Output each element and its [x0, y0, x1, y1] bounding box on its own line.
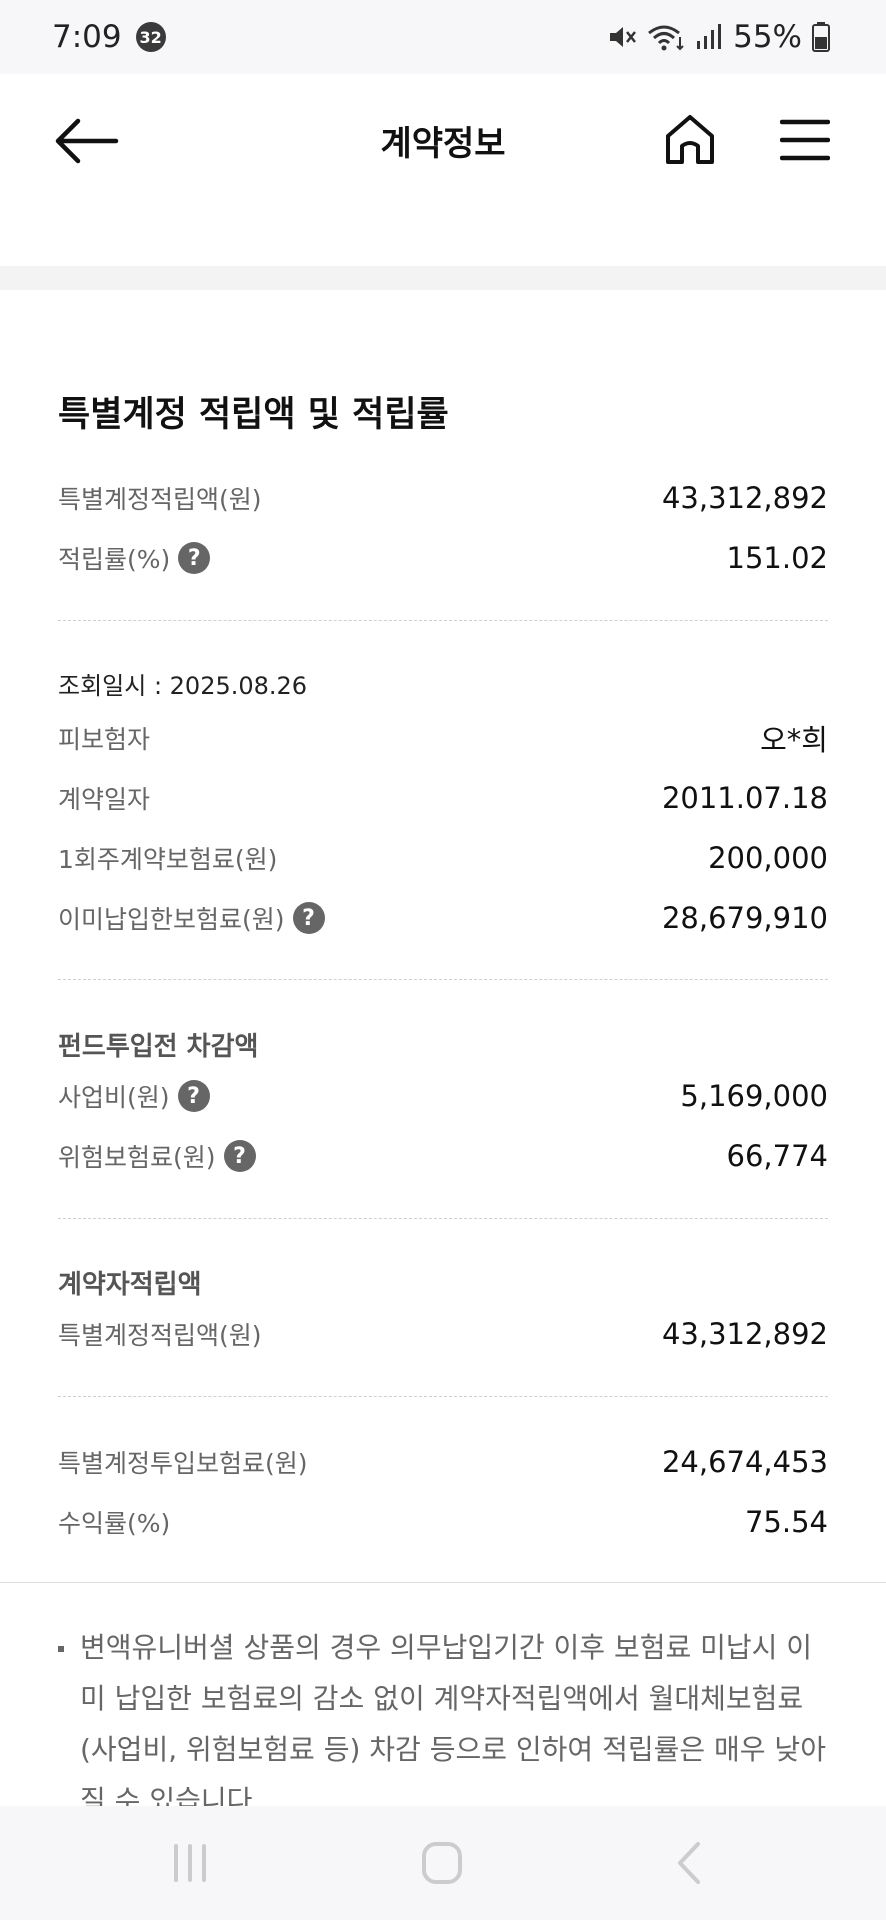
info-row: 적립률(%) ? 151.02: [58, 538, 828, 578]
row-label: 특별계정적립액(원): [58, 485, 262, 514]
dashed-divider: [58, 979, 828, 980]
home-icon: [666, 115, 714, 164]
row-value: 5,169,000: [680, 1079, 828, 1113]
home-button[interactable]: [662, 112, 718, 168]
back-nav-button[interactable]: [660, 1838, 720, 1888]
row-value: 200,000: [708, 841, 828, 875]
help-button[interactable]: ?: [178, 542, 211, 574]
status-bar: 7:09 32 55%: [0, 0, 886, 74]
wifi-icon: [648, 25, 684, 51]
row-label-text: 이미납입한보험료(원): [58, 905, 285, 934]
battery-percent: 55%: [733, 19, 802, 55]
row-label: 피보험자: [58, 725, 151, 754]
row-value: 43,312,892: [661, 1317, 828, 1351]
info-row: 특별계정적립액(원) 43,312,892: [58, 478, 828, 518]
row-value: 2011.07.18: [661, 781, 828, 815]
row-label-text: 위험보험료(원): [58, 1143, 216, 1172]
notice-divider: [0, 1582, 886, 1583]
mute-icon: [610, 27, 637, 47]
help-button[interactable]: ?: [177, 1080, 210, 1112]
back-arrow-icon: [55, 118, 119, 164]
row-value: 66,774: [726, 1139, 828, 1173]
row-label: 특별계정적립액(원): [58, 1321, 262, 1350]
back-nav-icon: [678, 1842, 700, 1884]
row-value: 24,674,453: [661, 1445, 828, 1479]
info-row: 특별계정투입보험료(원) 24,674,453: [58, 1442, 828, 1482]
row-label: 적립률(%) ?: [58, 540, 211, 576]
row-label: 위험보험료(원) ?: [58, 1138, 256, 1174]
row-value: 오*희: [760, 723, 828, 757]
page-title: 계약정보: [380, 124, 506, 164]
row-label: 특별계정투입보험료(원): [58, 1449, 308, 1478]
row-label: 계약일자: [58, 785, 151, 814]
menu-button[interactable]: [779, 118, 831, 162]
row-label: 수익률(%): [58, 1509, 171, 1538]
info-row: 특별계정적립액(원) 43,312,892: [58, 1314, 828, 1354]
row-value: 43,312,892: [661, 481, 828, 515]
section-divider: [0, 266, 886, 290]
subsection-title: 계약자적립액: [58, 1270, 202, 1300]
recent-apps-icon: [174, 1844, 206, 1882]
home-nav-icon: [422, 1842, 462, 1884]
row-label-text: 사업비(원): [58, 1083, 170, 1112]
dashed-divider: [58, 1396, 828, 1397]
app-header: 계약정보: [0, 74, 886, 204]
info-row: 사업비(원) ? 5,169,000: [58, 1076, 828, 1116]
back-button[interactable]: [52, 116, 122, 166]
status-time: 7:09: [52, 19, 122, 55]
info-row: 1회주계약보험료(원) 200,000: [58, 838, 828, 878]
row-label: 이미납입한보험료(원) ?: [58, 900, 325, 936]
status-right: 55%: [607, 19, 830, 55]
notice-text: 변액유니버셜 상품의 경우 의무납입기간 이후 보험료 미납시 이미 납입한 보…: [58, 1622, 828, 1826]
info-row: 계약일자 2011.07.18: [58, 778, 828, 818]
status-left: 7:09 32: [52, 19, 166, 55]
row-label: 사업비(원) ?: [58, 1078, 210, 1114]
notification-count-badge: 32: [135, 22, 166, 52]
info-row: 위험보험료(원) ? 66,774: [58, 1136, 828, 1176]
home-nav-button[interactable]: [412, 1838, 472, 1888]
row-value: 28,679,910: [661, 901, 828, 935]
recent-apps-button[interactable]: [160, 1838, 220, 1888]
dashed-divider: [58, 620, 828, 621]
system-nav-bar: [0, 1806, 886, 1920]
dashed-divider: [58, 1218, 828, 1219]
signal-icon: [697, 24, 722, 49]
info-row: 수익률(%) 75.54: [58, 1502, 828, 1542]
inquiry-date: 조회일시 : 2025.08.26: [58, 672, 308, 700]
section-title: 특별계정 적립액 및 적립률: [58, 395, 449, 435]
row-label: 1회주계약보험료(원): [58, 845, 278, 874]
help-button[interactable]: ?: [292, 902, 325, 934]
hamburger-menu-icon: [779, 119, 831, 161]
subsection-title: 펀드투입전 차감액: [58, 1032, 259, 1062]
help-button[interactable]: ?: [223, 1140, 256, 1172]
row-value: 151.02: [726, 541, 828, 575]
row-value: 75.54: [744, 1505, 828, 1539]
info-row: 이미납입한보험료(원) ? 28,679,910: [58, 898, 828, 938]
info-row: 피보험자 오*희: [58, 718, 828, 758]
battery-icon: [812, 22, 830, 52]
row-label-text: 적립률(%): [58, 545, 171, 574]
